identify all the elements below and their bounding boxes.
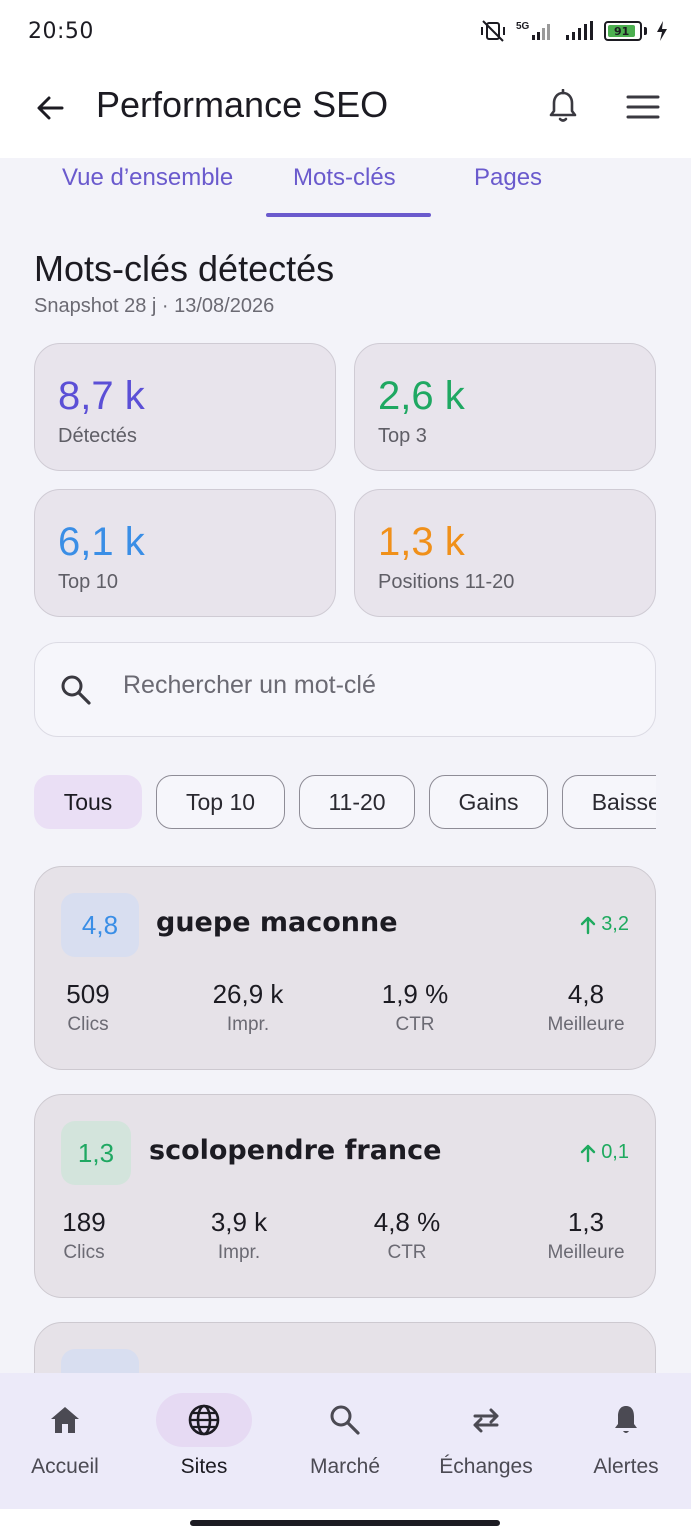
trend-value: 3,2 [601,913,629,935]
keyword-trend: 3,2 [579,913,629,936]
metric-clicks: 509 Clics [66,979,110,1035]
notifications-button[interactable] [540,84,586,130]
back-button[interactable] [28,86,72,130]
metric-ctr: 1,9 % CTR [381,979,449,1035]
arrow-up-icon [580,916,596,934]
stat-card-top3: 2,6 k Top 3 [354,343,656,471]
arrow-up-icon [580,1144,596,1162]
filter-chips: Tous Top 10 11-20 Gains Baisses [34,775,656,831]
bottom-navigation: Accueil Sites Marché Échanges Alertes [0,1373,691,1509]
nav-sites[interactable]: Sites [139,1373,269,1509]
vibrate-off-icon [481,20,505,42]
chip-11-20[interactable]: 11-20 [299,775,415,829]
signal-5g-icon: 5G [516,21,550,40]
keyword-position: 4,8 [61,893,139,957]
section-subtitle: Snapshot 28 j · 13/08/2026 [34,295,275,317]
keyword-card[interactable]: 4,8 guepe maconne 3,2 509 Clics 26,9 k I… [34,866,656,1070]
metric-impressions: 3,9 k Impr. [210,1207,268,1263]
keyword-position: 1,3 [61,1121,131,1185]
nav-home[interactable]: Accueil [0,1373,130,1509]
chip-top10[interactable]: Top 10 [156,775,285,829]
status-bar: 20:50 5G 91 [0,0,691,62]
bell-icon [549,89,577,122]
stat-label: Top 10 [58,571,119,593]
stat-card-positions-11-20: 1,3 k Positions 11-20 [354,489,656,617]
nav-exchanges[interactable]: Échanges [421,1373,551,1509]
keyword-name: scolopendre france [149,1135,442,1166]
metric-best: 4,8 Meilleure [547,979,625,1035]
chip-all[interactable]: Tous [34,775,142,829]
chip-drops[interactable]: Baisses [562,775,656,829]
search-box[interactable] [34,642,656,737]
battery-icon: 91 [604,21,647,41]
active-tab-indicator [266,213,431,217]
search-icon [61,675,91,705]
stat-label: Détectés [58,425,137,447]
nav-market[interactable]: Marché [280,1373,410,1509]
tab-pages[interactable]: Pages [474,164,542,192]
stat-card-top10: 6,1 k Top 10 [34,489,336,617]
tab-bar: Vue d’ensemble Mots-clés Pages [0,158,691,220]
metric-best: 1,3 Meilleure [547,1207,625,1263]
chip-gains[interactable]: Gains [429,775,548,829]
metric-clicks: 189 Clics [62,1207,106,1263]
signal-icon [566,21,593,40]
stat-value: 1,3 k [378,520,465,564]
stat-value: 2,6 k [378,374,465,418]
home-indicator[interactable] [190,1520,500,1526]
swap-icon [473,1408,499,1433]
page-title: Performance SEO [96,84,389,125]
stat-label: Top 3 [378,425,427,447]
stat-value: 8,7 k [58,374,145,418]
metric-impressions: 26,9 k Impr. [212,979,284,1035]
tab-keywords[interactable]: Mots-clés [293,164,396,192]
globe-icon [188,1404,220,1436]
menu-button[interactable] [620,84,666,130]
bell-icon [615,1406,637,1433]
svg-text:5G: 5G [516,21,530,32]
status-icons: 5G 91 [478,19,669,43]
section-title: Mots-clés détectés [34,248,335,289]
keyword-trend: 0,1 [579,1141,629,1164]
app-bar: Performance SEO [0,62,691,158]
keyword-name: guepe maconne [156,907,398,938]
battery-level: 91 [608,25,636,38]
keyword-card[interactable]: 1,3 scolopendre france 0,1 189 Clics 3,9… [34,1094,656,1298]
stat-label: Positions 11-20 [378,571,515,593]
stat-value: 6,1 k [58,520,145,564]
nav-alerts[interactable]: Alertes [561,1373,691,1509]
trend-value: 0,1 [601,1141,629,1163]
charging-icon [657,21,667,41]
metric-ctr: 4,8 % CTR [373,1207,441,1263]
search-icon [330,1405,360,1435]
stat-card-detected: 8,7 k Détectés [34,343,336,471]
status-time: 20:50 [28,18,94,44]
tab-overview[interactable]: Vue d’ensemble [62,164,233,192]
arrow-back-icon [37,96,64,120]
search-input[interactable] [123,671,623,700]
home-icon [51,1407,79,1433]
hamburger-menu-icon [626,95,660,119]
